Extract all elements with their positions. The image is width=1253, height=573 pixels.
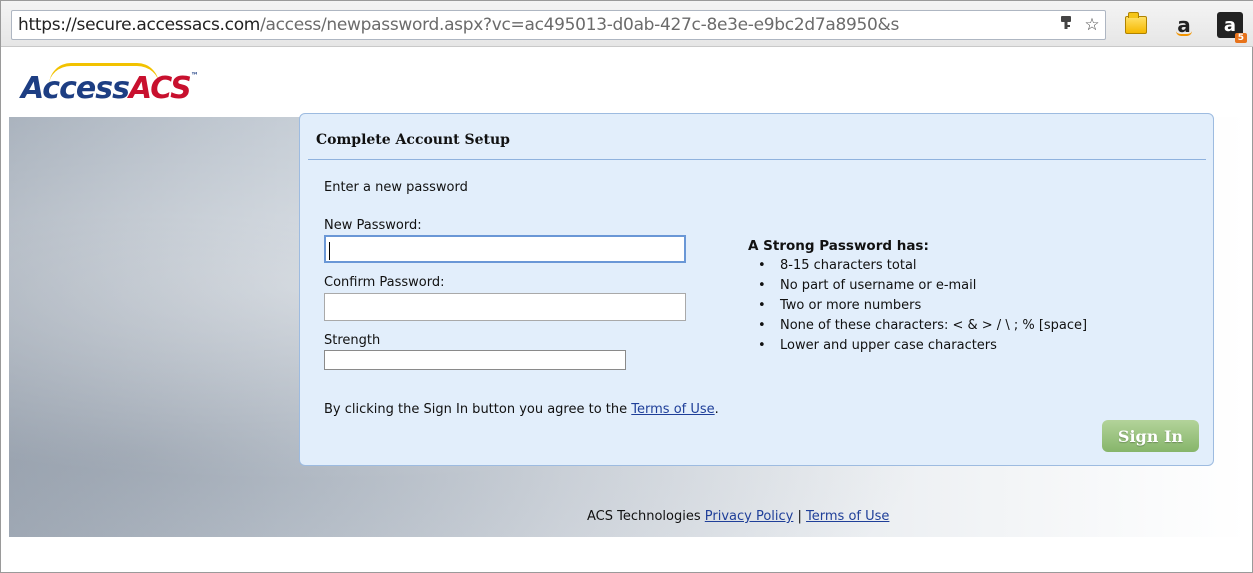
logo-access: Access xyxy=(21,71,130,106)
amazon-icon[interactable]: a xyxy=(1171,12,1197,38)
confirm-password-label: Confirm Password: xyxy=(324,275,445,290)
logo-trademark: ™ xyxy=(190,71,199,80)
url-path: /access/newpassword.aspx?vc=ac495013-d0a… xyxy=(260,15,900,35)
page-footer: ACS Technologies Privacy Policy | Terms … xyxy=(587,509,889,524)
strength-label: Strength xyxy=(324,333,381,348)
browser-toolbar: https://secure.accessacs.com/access/newp… xyxy=(1,1,1253,47)
intro-text: Enter a new password xyxy=(324,180,468,195)
star-icon[interactable]: ☆ xyxy=(1079,15,1105,35)
footer-terms-link[interactable]: Terms of Use xyxy=(806,509,889,524)
amazon-assistant-letter: a xyxy=(1223,14,1237,36)
rules-title: A Strong Password has: xyxy=(748,238,929,254)
logo-acs: ACS xyxy=(128,71,192,106)
new-password-label: New Password: xyxy=(324,218,422,233)
privacy-policy-link[interactable]: Privacy Policy xyxy=(705,509,794,524)
footer-separator: | xyxy=(793,509,807,524)
url-host: https://secure.accessacs.com xyxy=(18,15,261,35)
password-rules: A Strong Password has: 8-15 characters t… xyxy=(748,238,1087,356)
strength-meter xyxy=(324,350,626,370)
footer-company: ACS Technologies xyxy=(587,509,705,524)
account-setup-card: Complete Account Setup Enter a new passw… xyxy=(299,113,1214,466)
notification-badge: 5 xyxy=(1234,33,1247,43)
key-icon[interactable] xyxy=(1053,15,1079,36)
agree-text: By clicking the Sign In button you agree… xyxy=(324,402,632,417)
title-divider xyxy=(308,159,1206,160)
terms-of-use-link[interactable]: Terms of Use xyxy=(631,402,714,417)
page-content: AccessACS™ Complete Account Setup Enter … xyxy=(9,47,1247,566)
amazon-assistant-icon[interactable]: a5 xyxy=(1217,12,1247,43)
rule-item: 8-15 characters total xyxy=(748,256,1087,276)
confirm-password-field[interactable] xyxy=(324,293,686,321)
text-cursor xyxy=(329,242,330,260)
terms-agreement: By clicking the Sign In button you agree… xyxy=(324,402,719,417)
folder-icon[interactable] xyxy=(1123,12,1149,38)
new-password-field[interactable] xyxy=(324,235,686,263)
address-bar[interactable]: https://secure.accessacs.com/access/newp… xyxy=(11,10,1106,40)
card-title: Complete Account Setup xyxy=(316,132,510,148)
rule-item: Lower and upper case characters xyxy=(748,336,1087,356)
url-text[interactable]: https://secure.accessacs.com/access/newp… xyxy=(12,15,1053,35)
rules-list: 8-15 characters total No part of usernam… xyxy=(748,256,1087,356)
sign-in-button[interactable]: Sign In xyxy=(1102,420,1199,452)
browser-window: https://secure.accessacs.com/access/newp… xyxy=(0,0,1253,573)
rule-item: Two or more numbers xyxy=(748,296,1087,316)
rule-item: None of these characters: < & > / \ ; % … xyxy=(748,316,1087,336)
accessacs-logo: AccessACS™ xyxy=(21,71,199,106)
rule-item: No part of username or e-mail xyxy=(748,276,1087,296)
agree-period: . xyxy=(714,402,719,417)
